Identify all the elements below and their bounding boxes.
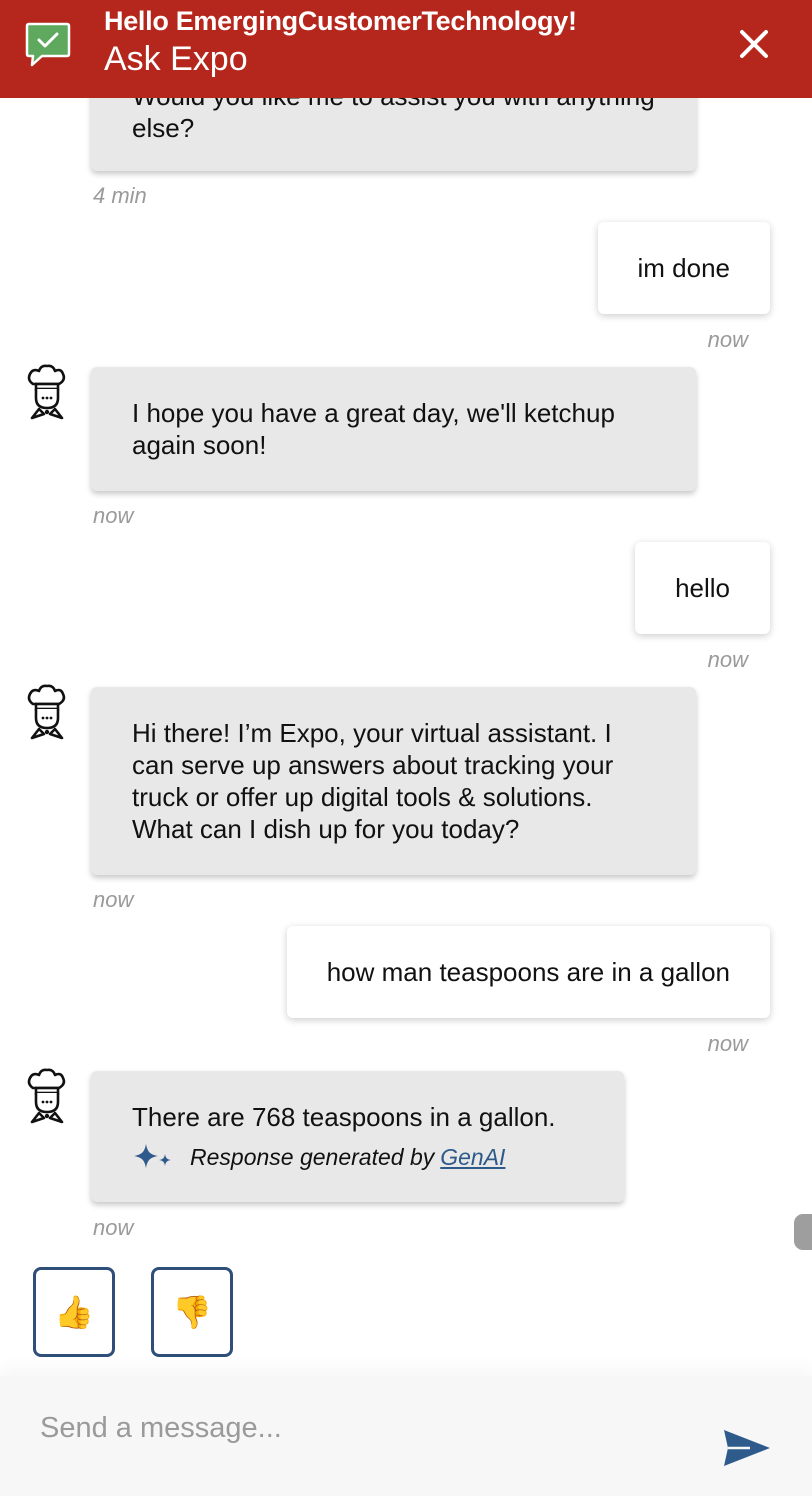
thumbs-up-icon: 👍 bbox=[54, 1294, 94, 1330]
bot-message-bubble: Hi there! I’m Expo, your virtual assista… bbox=[91, 687, 696, 875]
bot-message-bubble: I hope you have a great day, we'll ketch… bbox=[91, 367, 696, 491]
message-timestamp: now bbox=[93, 887, 134, 912]
user-message-bubble: hello bbox=[635, 542, 770, 634]
conversation-log[interactable]: Would you like me to assist you with any… bbox=[0, 0, 812, 1376]
thumbs-up-button[interactable]: 👍 bbox=[33, 1267, 115, 1357]
genai-attribution: Response generated by GenAI bbox=[132, 1141, 584, 1173]
chat-check-icon bbox=[25, 22, 71, 67]
user-message-text: how man teaspoons are in a gallon bbox=[326, 957, 730, 987]
bot-message-text: I hope you have a great day, we'll ketch… bbox=[132, 398, 615, 460]
chef-avatar-icon bbox=[27, 1068, 66, 1124]
header-title: Ask Expo bbox=[104, 40, 248, 78]
scrollbar-thumb[interactable] bbox=[794, 1214, 812, 1250]
message-timestamp: now bbox=[93, 503, 134, 528]
genai-link[interactable]: GenAI bbox=[440, 1141, 505, 1173]
message-timestamp: 4 min bbox=[93, 183, 147, 208]
chat-window: Would you like me to assist you with any… bbox=[0, 0, 812, 1496]
header-greeting: Hello EmergingCustomerTechnology! bbox=[104, 6, 577, 36]
thumbs-down-icon: 👎 bbox=[172, 1294, 212, 1330]
user-message-text: im done bbox=[637, 253, 731, 283]
bot-message-bubble: There are 768 teaspoons in a gallon. Res… bbox=[91, 1071, 624, 1202]
chef-avatar-icon bbox=[27, 684, 66, 740]
message-timestamp: now bbox=[707, 647, 748, 672]
bot-message-text: There are 768 teaspoons in a gallon. bbox=[132, 1102, 556, 1132]
send-icon[interactable] bbox=[718, 1426, 774, 1470]
message-input[interactable] bbox=[40, 1406, 680, 1450]
user-message-text: hello bbox=[675, 573, 730, 603]
close-icon[interactable] bbox=[728, 18, 780, 70]
sparkle-icon bbox=[134, 1144, 171, 1168]
message-composer bbox=[0, 1376, 812, 1496]
user-message-bubble: how man teaspoons are in a gallon bbox=[286, 926, 770, 1018]
chef-avatar-icon bbox=[27, 364, 66, 420]
message-timestamp: now bbox=[707, 1031, 748, 1056]
thumbs-down-button[interactable]: 👎 bbox=[151, 1267, 233, 1357]
genai-prefix: Response generated by bbox=[190, 1144, 435, 1170]
message-timestamp: now bbox=[707, 327, 748, 352]
user-message-bubble: im done bbox=[597, 222, 770, 314]
chat-header: Hello EmergingCustomerTechnology! Ask Ex… bbox=[0, 0, 812, 98]
bot-message-text: Hi there! I’m Expo, your virtual assista… bbox=[132, 718, 614, 844]
message-timestamp: now bbox=[93, 1215, 134, 1240]
